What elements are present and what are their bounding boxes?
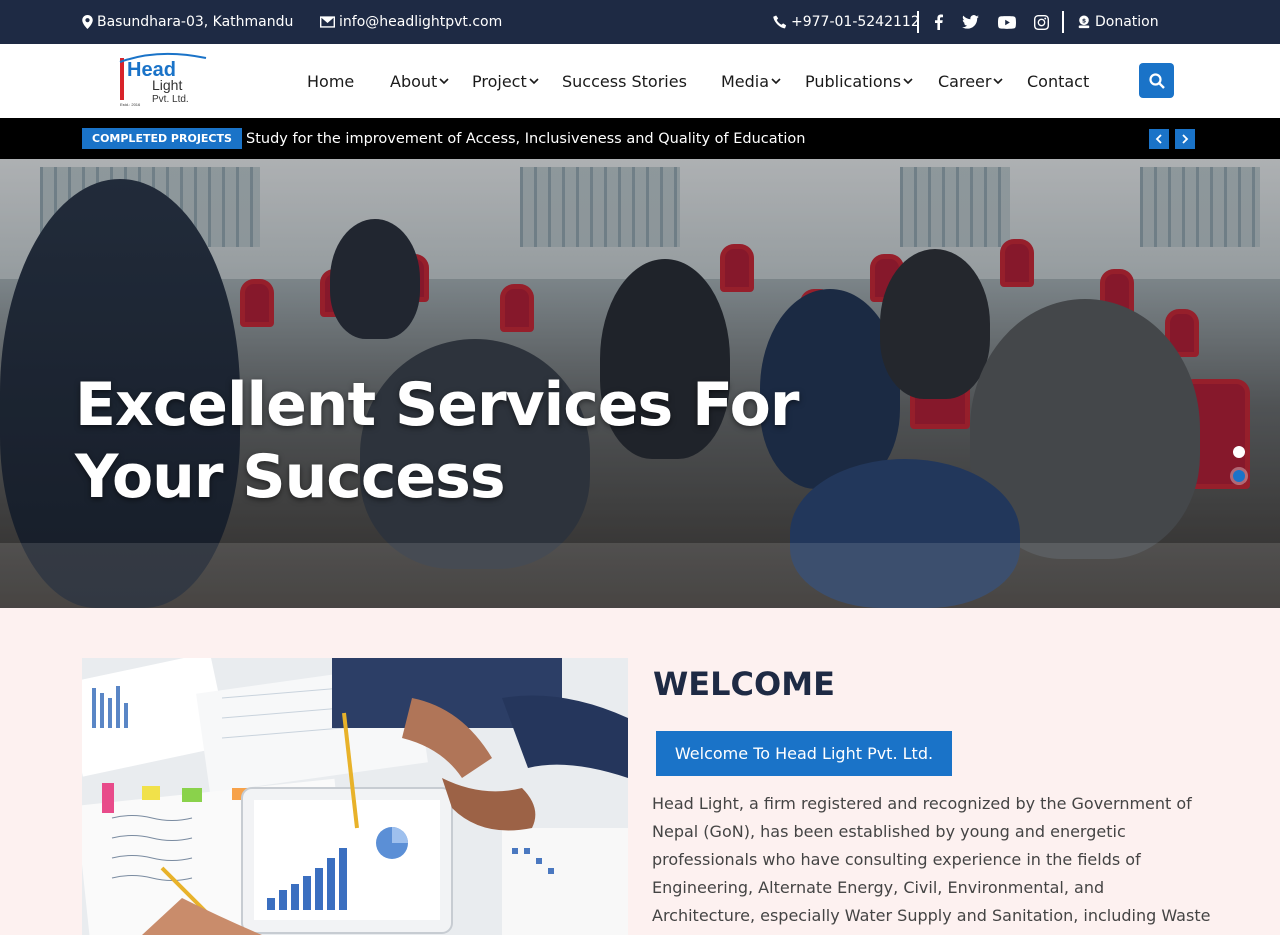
nav-item-about[interactable]: About	[390, 44, 449, 118]
hero-headline-line2: Your Success	[75, 442, 506, 512]
nav-item-career[interactable]: Career	[938, 44, 1004, 118]
facebook-icon	[935, 14, 943, 30]
logo-word-light: Light	[152, 77, 182, 93]
phone-text: +977-01-5242112	[791, 14, 920, 30]
chevron-down-icon	[771, 78, 781, 85]
nav-label: About	[390, 71, 438, 91]
welcome-paragraph: Head Light, a firm registered and recogn…	[652, 794, 1211, 925]
headlight-logo-icon: Head Light Pvt. Ltd. Estd.: 2016	[119, 52, 207, 107]
top-bar: Basundhara-03, Kathmandu info@headlightp…	[0, 0, 1280, 44]
ticker-prev-button[interactable]	[1149, 129, 1169, 149]
nav-label: Media	[721, 71, 770, 91]
donation-link[interactable]: $ Donation	[1077, 0, 1159, 44]
slider-dot-2[interactable]	[1233, 470, 1245, 482]
welcome-button[interactable]: Welcome To Head Light Pvt. Ltd.	[656, 731, 952, 776]
instagram-icon	[1034, 14, 1049, 30]
chevron-down-icon	[993, 78, 1004, 85]
nav-label: Career	[938, 71, 992, 91]
phone-link[interactable]: +977-01-5242112	[773, 0, 920, 44]
welcome-image	[82, 658, 628, 935]
phone-icon	[773, 15, 787, 29]
nav-item-project[interactable]: Project	[472, 44, 539, 118]
instagram-link[interactable]	[1034, 0, 1049, 44]
nav-label: Home	[307, 71, 355, 91]
chevron-right-icon	[1182, 134, 1189, 144]
nav-label: Project	[472, 71, 527, 91]
donation-text: Donation	[1095, 14, 1159, 30]
donation-icon: $	[1078, 15, 1090, 29]
nav-label: Publications	[805, 71, 902, 91]
youtube-icon	[998, 15, 1016, 29]
envelope-icon	[320, 16, 335, 28]
news-ticker: COMPLETED PROJECTS Study for the improve…	[0, 118, 1280, 159]
ticker-next-button[interactable]	[1175, 129, 1195, 149]
youtube-link[interactable]	[998, 0, 1016, 44]
map-pin-icon	[82, 15, 93, 29]
nav-item-media[interactable]: Media	[721, 44, 781, 118]
twitter-link[interactable]	[962, 0, 979, 44]
search-icon	[1148, 72, 1165, 89]
email-link[interactable]: info@headlightpvt.com	[320, 0, 502, 44]
site-logo[interactable]: Head Light Pvt. Ltd. Estd.: 2016	[118, 52, 210, 112]
nav-label: Success Stories	[562, 71, 687, 91]
slider-dot-1[interactable]	[1233, 446, 1245, 458]
chevron-left-icon	[1155, 134, 1162, 144]
logo-estd: Estd.: 2016	[120, 102, 141, 107]
chevron-down-icon	[439, 78, 449, 85]
svg-text:$: $	[1082, 17, 1086, 24]
email-text: info@headlightpvt.com	[339, 14, 503, 30]
hero-bottom-strip	[0, 543, 1280, 608]
logo-word-pvt: Pvt. Ltd.	[152, 94, 189, 105]
address-text: Basundhara-03, Kathmandu	[97, 14, 294, 30]
search-button[interactable]	[1139, 63, 1174, 98]
nav-item-publications[interactable]: Publications	[805, 44, 913, 118]
nav-label: Contact	[1027, 71, 1090, 91]
hero-headline-line1: Excellent Services For	[75, 370, 799, 440]
main-header: Head Light Pvt. Ltd. Estd.: 2016 Home Ab…	[0, 44, 1280, 118]
hero-slider: Excellent Services For Your Success	[0, 159, 1280, 608]
divider	[1062, 11, 1064, 33]
nav-item-home[interactable]: Home	[307, 44, 354, 118]
ticker-badge: COMPLETED PROJECTS	[82, 128, 242, 149]
chevron-down-icon	[529, 78, 539, 85]
chevron-down-icon	[903, 78, 913, 85]
divider	[917, 11, 919, 33]
address: Basundhara-03, Kathmandu	[82, 0, 293, 44]
nav-item-success-stories[interactable]: Success Stories	[562, 44, 687, 118]
hero-headline: Excellent Services For Your Success	[75, 369, 799, 513]
welcome-heading: WELCOME	[653, 665, 835, 703]
twitter-icon	[962, 15, 979, 29]
facebook-link[interactable]	[934, 0, 943, 44]
analytics-photo	[82, 658, 628, 935]
nav-item-contact[interactable]: Contact	[1027, 44, 1089, 118]
ticker-text[interactable]: Study for the improvement of Access, Inc…	[246, 118, 805, 159]
